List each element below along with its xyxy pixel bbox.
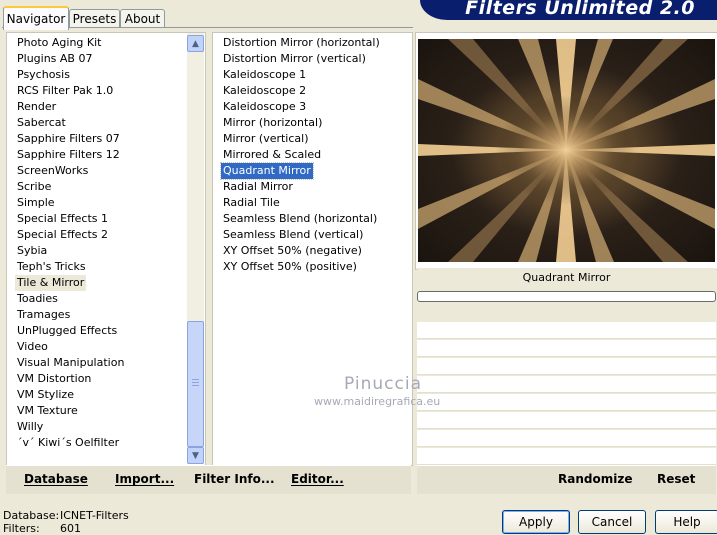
category-item[interactable]: Visual Manipulation	[15, 355, 126, 371]
filter-item[interactable]: Mirror (horizontal)	[221, 115, 324, 131]
filter-item[interactable]: Radial Mirror	[221, 179, 295, 195]
category-item[interactable]: Special Effects 1	[15, 211, 110, 227]
import-button[interactable]: Import...	[115, 472, 174, 486]
filter-item[interactable]: Mirrored & Scaled	[221, 147, 323, 163]
filter-item[interactable]: Kaleidoscope 3	[221, 99, 308, 115]
preview-image	[418, 39, 715, 262]
filter-item[interactable]: XY Offset 50% (negative)	[221, 243, 364, 259]
category-item[interactable]: RCS Filter Pak 1.0	[15, 83, 115, 99]
filter-item[interactable]: Kaleidoscope 2	[221, 83, 308, 99]
category-item[interactable]: Simple	[15, 195, 57, 211]
filter-item[interactable]: Kaleidoscope 1	[221, 67, 308, 83]
filter-item[interactable]: XY Offset 50% (positive)	[221, 259, 359, 275]
filter-item[interactable]: Seamless Blend (vertical)	[221, 227, 365, 243]
title-banner: Filters Unlimited 2.0	[420, 0, 717, 20]
category-item[interactable]: VM Distortion	[15, 371, 93, 387]
preview-filter-name: Quadrant Mirror	[522, 271, 611, 284]
tab-navigator[interactable]: Navigator	[3, 6, 69, 30]
parameter-area	[417, 303, 716, 465]
category-item[interactable]: Sapphire Filters 12	[15, 147, 122, 163]
category-item[interactable]: Teph's Tricks	[15, 259, 88, 275]
category-item[interactable]: Sapphire Filters 07	[15, 131, 122, 147]
category-list[interactable]: Photo Aging Kit Plugins AB 07 Psychosis RCS…	[6, 32, 206, 466]
watermark-url: www.maidiregrafica.eu	[314, 395, 441, 408]
cancel-button[interactable]: Cancel	[578, 510, 646, 534]
category-item[interactable]: Video	[15, 339, 50, 355]
scroll-down-button[interactable]: ▼	[187, 447, 204, 464]
filter-item[interactable]: Seamless Blend (horizontal)	[221, 211, 379, 227]
filter-item[interactable]: Quadrant Mirror	[220, 162, 314, 180]
category-item[interactable]: Willy	[15, 419, 45, 435]
filter-item[interactable]: Mirror (vertical)	[221, 131, 311, 147]
scroll-up-button[interactable]: ▲	[187, 35, 204, 52]
chevron-down-icon: ▼	[192, 450, 199, 461]
progress-bar	[417, 291, 716, 302]
category-item[interactable]: Sybia	[15, 243, 49, 259]
filter-item[interactable]: Distortion Mirror (horizontal)	[221, 35, 382, 51]
database-value: ICNET-Filters	[60, 509, 129, 522]
category-item[interactable]: Plugins AB 07	[15, 51, 94, 67]
app-title: Filters Unlimited 2.0	[465, 0, 695, 19]
scroll-thumb[interactable]	[187, 321, 204, 447]
filter-info-button[interactable]: Filter Info...	[194, 472, 275, 486]
help-button[interactable]: Help	[655, 510, 717, 534]
category-item[interactable]: VM Texture	[15, 403, 80, 419]
chevron-up-icon: ▲	[192, 38, 199, 49]
reset-button[interactable]: Reset	[657, 472, 695, 486]
database-button[interactable]: Database	[24, 472, 88, 486]
database-label: Database:	[3, 509, 60, 522]
category-item[interactable]: Photo Aging Kit	[15, 35, 103, 51]
category-item[interactable]: UnPlugged Effects	[15, 323, 119, 339]
category-scrollbar[interactable]: ▲ ▼	[187, 33, 204, 464]
category-item[interactable]: Psychosis	[15, 67, 72, 83]
category-item[interactable]: Special Effects 2	[15, 227, 110, 243]
category-item[interactable]: ´v´ Kiwi´s Oelfilter	[15, 435, 121, 451]
filter-item[interactable]: Distortion Mirror (vertical)	[221, 51, 368, 67]
category-item[interactable]: Toadies	[15, 291, 60, 307]
category-item[interactable]: ScreenWorks	[15, 163, 90, 179]
filters-count: 601	[60, 522, 81, 535]
tab-about[interactable]: About	[120, 9, 165, 28]
tab-presets[interactable]: Presets	[69, 9, 120, 28]
category-item[interactable]: Sabercat	[15, 115, 68, 131]
filters-label: Filters:	[3, 522, 40, 535]
category-item[interactable]: VM Stylize	[15, 387, 76, 403]
category-item[interactable]: Tramages	[15, 307, 72, 323]
apply-button[interactable]: Apply	[502, 510, 570, 534]
filter-item[interactable]: Radial Tile	[221, 195, 282, 211]
category-item[interactable]: Tile & Mirror	[15, 275, 87, 291]
filter-name-bar: Quadrant Mirror	[417, 268, 716, 290]
editor-button[interactable]: Editor...	[291, 472, 344, 486]
watermark-name: Pinuccia	[344, 374, 422, 394]
category-item[interactable]: Scribe	[15, 179, 53, 195]
randomize-button[interactable]: Randomize	[558, 472, 632, 486]
category-item[interactable]: Render	[15, 99, 58, 115]
